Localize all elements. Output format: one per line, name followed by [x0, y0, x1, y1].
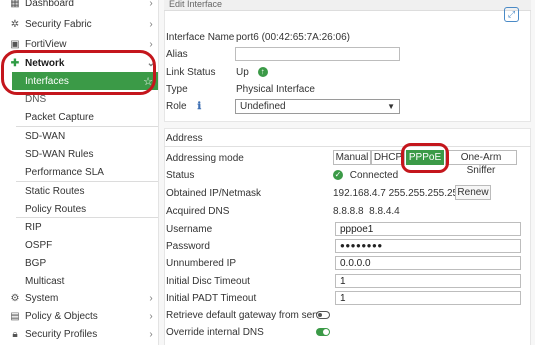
alias-input[interactable]: [235, 47, 400, 61]
main-content: Edit Interface ⤢ Interface Name port6 (0…: [159, 0, 535, 345]
chevron-right-icon: ›: [149, 310, 153, 322]
role-select[interactable]: Undefined ▼: [235, 99, 400, 114]
status-text: Connected: [349, 170, 399, 181]
type-value: Physical Interface: [236, 84, 315, 95]
divider: [164, 146, 531, 147]
override-dns-label: Override internal DNS: [166, 327, 264, 338]
link-status-value: Up ↑: [236, 67, 268, 78]
expand-icon[interactable]: ⤢: [504, 7, 519, 22]
obtained-ip-label: Obtained IP/Netmask: [166, 188, 262, 199]
username-label: Username: [166, 224, 213, 235]
renew-button[interactable]: Renew: [455, 185, 491, 200]
retrieve-gateway-label: Retrieve default gateway from server: [166, 310, 330, 321]
password-label: Password: [166, 241, 210, 252]
mode-dhcp-button[interactable]: DHCP: [371, 150, 405, 165]
arrow-up-icon: ↑: [257, 67, 268, 78]
sidebar-item-label: Security Profiles: [25, 328, 98, 340]
role-select-value: Undefined: [240, 101, 286, 112]
sidebar-item-sd-wan-rules[interactable]: SD-WAN Rules: [0, 145, 158, 163]
unnumbered-ip-input[interactable]: [335, 256, 521, 270]
sidebar-item-bgp[interactable]: BGP: [0, 254, 158, 272]
sidebar-item-label: Dashboard: [25, 0, 74, 9]
sidebar-item-policy-objects[interactable]: ▤ Policy & Objects ›: [0, 307, 158, 325]
sidebar-item-system[interactable]: ⚙ System ›: [0, 289, 158, 307]
mode-manual-button[interactable]: Manual: [333, 150, 371, 165]
status-value: ✓ Connected: [333, 170, 398, 181]
alias-label: Alias: [166, 49, 188, 60]
sidebar-item-label: Policy & Objects: [25, 310, 98, 322]
sidebar-item-policy-routes[interactable]: Policy Routes: [0, 200, 158, 218]
sidebar-item-static-routes[interactable]: Static Routes: [0, 182, 158, 200]
sidebar: ▦ Dashboard › ✲ Security Fabric › ▣ Fort…: [0, 0, 159, 345]
page-title: Edit Interface: [164, 0, 531, 11]
username-input[interactable]: [335, 222, 521, 236]
security-fabric-icon: ✲: [10, 18, 20, 30]
sidebar-item-sd-wan[interactable]: SD-WAN: [0, 127, 158, 145]
interface-name-label: Interface Name: [166, 32, 235, 43]
acquired-dns-value: 8.8.8.8 8.8.4.4: [333, 206, 400, 217]
sidebar-item-label: FortiView: [25, 38, 67, 50]
address-section-title: Address: [166, 133, 203, 144]
sidebar-item-label: System: [25, 292, 59, 304]
fortiview-icon: ▣: [10, 38, 20, 50]
initial-disc-timeout-input[interactable]: [335, 274, 521, 288]
policy-icon: ▤: [10, 310, 20, 322]
toggle-knob: [318, 313, 322, 317]
check-icon: ✓: [333, 170, 343, 181]
status-label: Status: [166, 170, 195, 181]
sidebar-item-rip[interactable]: RIP: [0, 218, 158, 236]
addressing-mode-label: Addressing mode: [166, 153, 244, 164]
info-icon[interactable]: ℹ: [197, 101, 201, 112]
highlight-oval: [1, 50, 156, 95]
unnumbered-ip-label: Unnumbered IP: [166, 258, 237, 269]
password-input[interactable]: ●●●●●●●●: [335, 239, 521, 253]
sidebar-item-performance-sla[interactable]: Performance SLA: [0, 163, 158, 181]
chevron-right-icon: ›: [149, 328, 153, 340]
chevron-right-icon: ›: [149, 38, 153, 50]
initial-disc-timeout-label: Initial Disc Timeout: [166, 276, 250, 287]
chevron-right-icon: ›: [149, 18, 153, 30]
mode-one-arm-sniffer-button[interactable]: One-Arm Sniffer: [445, 150, 517, 176]
chevron-right-icon: ›: [149, 292, 153, 304]
sidebar-item-packet-capture[interactable]: Packet Capture: [0, 108, 158, 126]
dashboard-icon: ▦: [10, 0, 20, 9]
sidebar-item-dashboard[interactable]: ▦ Dashboard ›: [0, 0, 158, 12]
gear-icon: ⚙: [10, 292, 20, 304]
acquired-dns-label: Acquired DNS: [166, 206, 230, 217]
lock-icon: 🔒︎: [12, 328, 18, 340]
highlight-oval: [401, 143, 449, 173]
sidebar-item-label: Security Fabric: [25, 18, 92, 30]
sidebar-item-ospf[interactable]: OSPF: [0, 236, 158, 254]
chevron-down-icon: ▼: [387, 102, 395, 111]
retrieve-gateway-toggle[interactable]: [316, 311, 330, 319]
chevron-right-icon: ›: [149, 0, 153, 9]
interface-name-value: port6 (00:42:65:7A:26:06): [236, 32, 350, 43]
sidebar-item-security-profiles[interactable]: 🔒︎ Security Profiles ›: [0, 325, 158, 343]
role-label-text: Role: [166, 101, 187, 112]
sidebar-item-security-fabric[interactable]: ✲ Security Fabric ›: [0, 15, 158, 33]
link-status-label: Link Status: [166, 67, 216, 78]
toggle-knob: [323, 329, 329, 335]
type-label: Type: [166, 84, 188, 95]
initial-padt-timeout-label: Initial PADT Timeout: [166, 293, 257, 304]
obtained-ip-value: 192.168.4.7 255.255.255.255: [333, 188, 464, 199]
initial-padt-timeout-input[interactable]: [335, 291, 521, 305]
sidebar-item-multicast[interactable]: Multicast: [0, 272, 158, 290]
link-status-text: Up: [236, 67, 249, 78]
override-dns-toggle[interactable]: [316, 328, 330, 336]
role-label: Role ℹ: [166, 101, 201, 112]
